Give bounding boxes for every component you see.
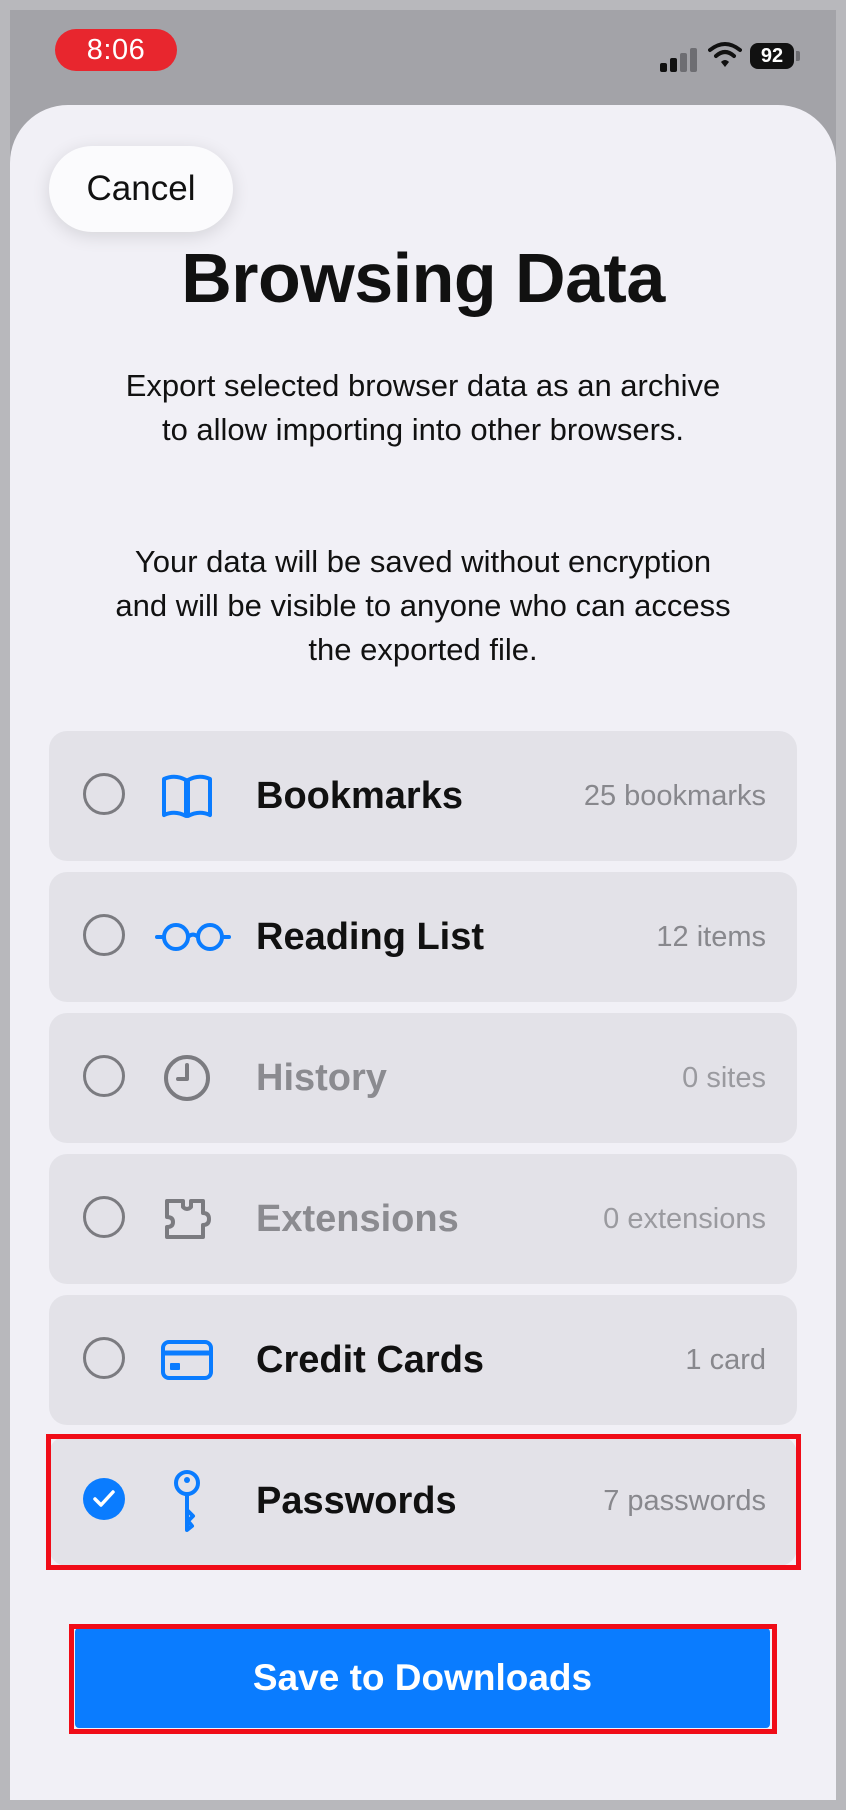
wifi-icon	[708, 42, 742, 67]
credit-cards-radio[interactable]	[83, 1337, 125, 1379]
battery-tip	[796, 51, 800, 61]
glasses-icon	[155, 923, 231, 951]
credit-card-icon	[161, 1340, 213, 1380]
signal-bar	[690, 48, 697, 72]
bookmarks-radio[interactable]	[83, 773, 125, 815]
option-extensions[interactable]: Extensions 0 extensions	[49, 1154, 797, 1284]
status-time: 8:06	[55, 29, 177, 71]
credit-cards-label: Credit Cards	[256, 1339, 485, 1381]
encryption-warning: Your data will be saved without encrypti…	[115, 544, 731, 667]
page-title: Browsing Data	[181, 239, 665, 317]
status-indicators: 92	[660, 40, 810, 72]
bookmarks-label: Bookmarks	[256, 775, 463, 817]
book-icon	[162, 774, 212, 818]
signal-bar	[680, 53, 687, 72]
reading-list-count: 12 items	[656, 921, 766, 953]
puzzle-icon	[165, 1199, 211, 1239]
extensions-label: Extensions	[256, 1198, 459, 1240]
checkmark-icon	[93, 1490, 115, 1507]
passwords-count: 7 passwords	[603, 1485, 766, 1517]
option-history[interactable]: History 0 sites	[49, 1013, 797, 1143]
key-icon	[174, 1470, 200, 1532]
reading-list-label: Reading List	[256, 916, 485, 958]
cancel-button[interactable]: Cancel	[49, 146, 233, 232]
passwords-radio[interactable]	[83, 1478, 125, 1520]
option-bookmarks[interactable]: Bookmarks 25 bookmarks	[49, 731, 797, 861]
option-reading-list[interactable]: Reading List 12 items	[49, 872, 797, 1002]
extensions-radio[interactable]	[83, 1196, 125, 1238]
credit-cards-count: 1 card	[685, 1344, 766, 1376]
clock-icon	[164, 1055, 210, 1101]
extensions-count: 0 extensions	[603, 1203, 766, 1235]
signal-icon	[660, 63, 667, 72]
battery-indicator: 92	[750, 43, 794, 69]
option-passwords[interactable]: Passwords 7 passwords	[49, 1436, 797, 1566]
export-description: Export selected browser data as an archi…	[125, 368, 721, 447]
history-label: History	[256, 1057, 387, 1099]
history-radio[interactable]	[83, 1055, 125, 1097]
save-to-downloads-button[interactable]: Save to Downloads	[75, 1628, 770, 1728]
history-count: 0 sites	[682, 1062, 766, 1094]
signal-bar	[670, 58, 677, 72]
option-credit-cards[interactable]: Credit Cards 1 card	[49, 1295, 797, 1425]
bookmarks-count: 25 bookmarks	[583, 780, 766, 812]
reading-list-radio[interactable]	[83, 914, 125, 956]
passwords-label: Passwords	[256, 1480, 457, 1522]
